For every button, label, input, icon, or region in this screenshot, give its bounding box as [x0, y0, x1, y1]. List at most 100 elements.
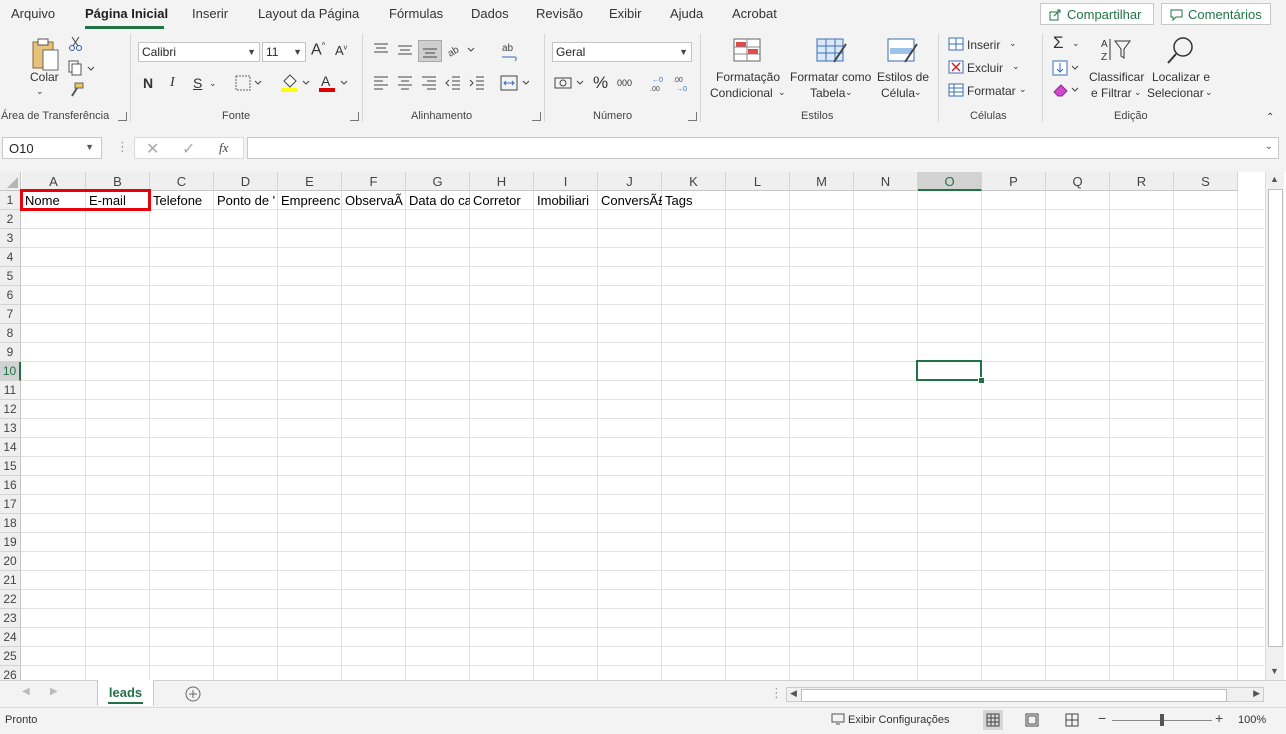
- row-header-23[interactable]: 23: [0, 609, 21, 628]
- scroll-down-icon[interactable]: ▼: [1270, 666, 1279, 676]
- align-left-button[interactable]: [372, 75, 390, 94]
- merge-center-button[interactable]: [500, 75, 532, 94]
- horizontal-scroll-thumb[interactable]: [801, 689, 1227, 702]
- thousands-icon[interactable]: 000: [617, 78, 632, 88]
- insert-cells-label[interactable]: Inserir: [967, 38, 1000, 52]
- scroll-up-icon[interactable]: ▲: [1270, 174, 1279, 184]
- cell-g1[interactable]: Data do ca: [406, 191, 470, 210]
- number-format-combo[interactable]: Geral ▼: [552, 42, 692, 62]
- wrap-text-button[interactable]: ab: [500, 42, 520, 65]
- row-header-9[interactable]: 9: [0, 343, 21, 362]
- increase-decimal-button[interactable]: ←0.00: [648, 75, 666, 96]
- column-header-o[interactable]: O: [918, 172, 982, 191]
- row-header-8[interactable]: 8: [0, 324, 21, 343]
- zoom-out-icon[interactable]: −: [1098, 710, 1106, 726]
- fill-handle[interactable]: [978, 377, 985, 384]
- tab-ajuda[interactable]: Ajuda: [670, 6, 703, 21]
- normal-view-button[interactable]: [983, 710, 1003, 730]
- cell-e1[interactable]: Empreenc: [278, 191, 342, 210]
- format-table-label-2[interactable]: Tabela: [810, 86, 845, 100]
- decrease-decimal-button[interactable]: .00 →0: [672, 75, 690, 96]
- column-header-c[interactable]: C: [150, 172, 214, 191]
- column-header-k[interactable]: K: [662, 172, 726, 191]
- format-table-label-1[interactable]: Formatar como: [790, 70, 871, 84]
- cell-j1[interactable]: ConversÃ£: [598, 191, 662, 210]
- column-header-n[interactable]: N: [854, 172, 918, 191]
- expand-formula-icon[interactable]: ⌄: [1265, 141, 1273, 152]
- column-header-f[interactable]: F: [342, 172, 406, 191]
- row-header-12[interactable]: 12: [0, 400, 21, 419]
- italic-button[interactable]: I: [170, 75, 175, 91]
- cut-button[interactable]: [68, 36, 84, 55]
- column-header-l[interactable]: L: [726, 172, 790, 191]
- sort-filter-label-2[interactable]: e Filtrar: [1091, 86, 1132, 100]
- decrease-font-icon[interactable]: Av: [335, 43, 347, 58]
- clipboard-launcher-icon[interactable]: [118, 112, 127, 121]
- format-table-icon[interactable]: [816, 38, 848, 69]
- number-launcher-icon[interactable]: [688, 112, 697, 121]
- fill-color-button[interactable]: [281, 73, 311, 96]
- cell-f1[interactable]: ObservaÃ: [342, 191, 406, 210]
- column-header-p[interactable]: P: [982, 172, 1046, 191]
- horizontal-scrollbar[interactable]: ◀ ▶: [786, 687, 1264, 702]
- delete-cells-label[interactable]: Excluir: [967, 61, 1003, 75]
- delete-cells-icon[interactable]: [948, 60, 964, 77]
- find-select-label-2[interactable]: Selecionar: [1147, 86, 1204, 100]
- align-top-button[interactable]: [372, 42, 390, 61]
- prev-sheet-icon[interactable]: ◀: [22, 686, 30, 697]
- display-settings-button[interactable]: Exibir Configurações: [848, 714, 950, 726]
- cell-k1[interactable]: Tags: [662, 191, 726, 210]
- column-header-d[interactable]: D: [214, 172, 278, 191]
- font-size-combo[interactable]: 11 ▼: [262, 42, 306, 62]
- conditional-format-label-1[interactable]: Formatação: [716, 70, 780, 84]
- clear-button[interactable]: [1052, 82, 1082, 101]
- bold-button[interactable]: N: [143, 75, 153, 91]
- insert-cells-icon[interactable]: [948, 37, 964, 54]
- tab-acrobat[interactable]: Acrobat: [732, 6, 777, 21]
- align-right-button[interactable]: [420, 75, 438, 94]
- row-header-26[interactable]: 26: [0, 666, 21, 680]
- fill-button[interactable]: [1052, 60, 1082, 79]
- select-all-button[interactable]: [0, 172, 21, 191]
- selected-cell-outline[interactable]: [916, 360, 982, 381]
- scroll-left-icon[interactable]: ◀: [790, 688, 797, 699]
- cell-c1[interactable]: Telefone: [150, 191, 214, 210]
- autosum-icon[interactable]: Σ: [1053, 33, 1064, 53]
- row-header-18[interactable]: 18: [0, 514, 21, 533]
- find-select-icon[interactable]: [1166, 36, 1196, 69]
- underline-dropdown-icon[interactable]: ⌄: [209, 78, 217, 89]
- sort-filter-label-1[interactable]: Classificar: [1089, 70, 1144, 84]
- insert-function-icon[interactable]: fx: [219, 140, 228, 156]
- tab-arquivo[interactable]: Arquivo: [11, 6, 55, 21]
- format-painter-button[interactable]: [68, 82, 84, 101]
- alignment-launcher-icon[interactable]: [532, 112, 541, 121]
- row-header-20[interactable]: 20: [0, 552, 21, 571]
- align-bottom-button[interactable]: [418, 40, 442, 62]
- row-header-15[interactable]: 15: [0, 457, 21, 476]
- column-header-e[interactable]: E: [278, 172, 342, 191]
- column-header-q[interactable]: Q: [1046, 172, 1110, 191]
- font-launcher-icon[interactable]: [350, 112, 359, 121]
- column-header-g[interactable]: G: [406, 172, 470, 191]
- sheet-tab-leads[interactable]: leads: [97, 680, 154, 706]
- row-header-4[interactable]: 4: [0, 248, 21, 267]
- tab-formulas[interactable]: Fórmulas: [389, 6, 443, 21]
- row-header-13[interactable]: 13: [0, 419, 21, 438]
- tab-dados[interactable]: Dados: [471, 6, 509, 21]
- accounting-button[interactable]: [554, 75, 586, 94]
- format-cells-label[interactable]: Formatar: [967, 84, 1016, 98]
- vertical-scrollbar[interactable]: ▲ ▼: [1265, 172, 1284, 680]
- cell-styles-label-1[interactable]: Estilos de: [877, 70, 929, 84]
- find-select-label-1[interactable]: Localizar e: [1152, 70, 1210, 84]
- formula-input[interactable]: ⌄: [247, 137, 1279, 159]
- zoom-in-icon[interactable]: +: [1215, 710, 1223, 726]
- column-header-j[interactable]: J: [598, 172, 662, 191]
- cell-styles-label-2[interactable]: Célula: [881, 86, 915, 100]
- row-header-10[interactable]: 10: [0, 362, 21, 381]
- sort-filter-icon[interactable]: AZ: [1100, 36, 1132, 67]
- row-header-2[interactable]: 2: [0, 210, 21, 229]
- row-header-21[interactable]: 21: [0, 571, 21, 590]
- enter-icon[interactable]: ✓: [182, 139, 195, 159]
- zoom-level[interactable]: 100%: [1238, 714, 1266, 726]
- tab-revisao[interactable]: Revisão: [536, 6, 583, 21]
